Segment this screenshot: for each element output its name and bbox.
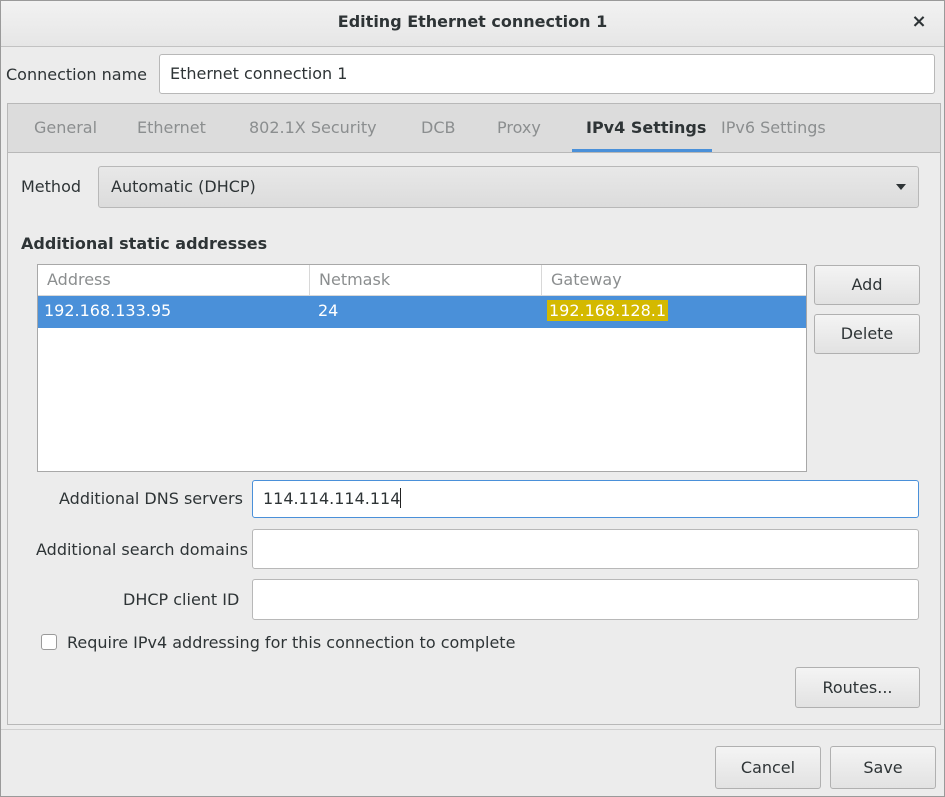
save-button[interactable]: Save xyxy=(830,746,936,789)
add-address-button[interactable]: Add xyxy=(814,265,920,305)
footer-divider xyxy=(1,729,944,730)
dhcp-client-id-input[interactable] xyxy=(252,579,919,620)
cell-address[interactable]: 192.168.133.95 xyxy=(44,301,171,320)
column-header-netmask[interactable]: Netmask xyxy=(310,265,542,295)
close-icon[interactable]: × xyxy=(908,11,930,33)
title-bar: Editing Ethernet connection 1 × xyxy=(1,1,944,47)
addresses-table[interactable]: Address Netmask Gateway 192.168.133.95 2… xyxy=(37,264,807,472)
dns-label: Additional DNS servers xyxy=(59,489,243,508)
method-dropdown[interactable]: Automatic (DHCP) xyxy=(98,166,919,208)
tab-ethernet[interactable]: Ethernet xyxy=(137,118,206,137)
method-value: Automatic (DHCP) xyxy=(111,177,256,196)
chevron-down-icon xyxy=(896,184,906,190)
column-header-address[interactable]: Address xyxy=(38,265,310,295)
dns-value: 114.114.114.114 xyxy=(263,489,401,508)
window-title: Editing Ethernet connection 1 xyxy=(337,12,608,31)
connection-name-label: Connection name xyxy=(6,65,147,84)
dns-servers-input[interactable]: 114.114.114.114 xyxy=(252,480,919,518)
tab-ipv6-settings[interactable]: IPv6 Settings xyxy=(721,118,826,137)
tab-proxy[interactable]: Proxy xyxy=(497,118,541,137)
require-ipv4-checkbox[interactable] xyxy=(41,634,57,650)
tab-dcb[interactable]: DCB xyxy=(421,118,455,137)
static-addresses-title: Additional static addresses xyxy=(21,234,268,253)
connection-name-input[interactable]: Ethernet connection 1 xyxy=(159,54,935,94)
delete-address-button[interactable]: Delete xyxy=(814,314,920,354)
text-caret xyxy=(400,488,402,508)
tab-bar: General Ethernet 802.1X Security DCB Pro… xyxy=(8,104,940,153)
routes-button[interactable]: Routes... xyxy=(795,667,920,708)
search-domains-label: Additional search domains xyxy=(36,540,248,559)
cell-netmask[interactable]: 24 xyxy=(318,301,338,320)
table-row[interactable]: 192.168.133.95 24 192.168.128.1 xyxy=(38,296,806,328)
cancel-button[interactable]: Cancel xyxy=(715,746,821,789)
require-ipv4-label[interactable]: Require IPv4 addressing for this connect… xyxy=(67,633,515,652)
search-domains-input[interactable] xyxy=(252,529,919,569)
tab-8021x-security[interactable]: 802.1X Security xyxy=(249,118,377,137)
gateway-highlight: 192.168.128.1 xyxy=(547,300,669,321)
tab-general[interactable]: General xyxy=(34,118,97,137)
column-header-gateway[interactable]: Gateway xyxy=(542,265,806,295)
active-tab-indicator xyxy=(572,149,712,152)
dialog-window: Editing Ethernet connection 1 × Connecti… xyxy=(0,0,945,797)
tab-ipv4-settings[interactable]: IPv4 Settings xyxy=(586,118,706,137)
method-label: Method xyxy=(21,177,82,196)
dhcp-client-id-label: DHCP client ID xyxy=(123,590,240,609)
cell-gateway[interactable]: 192.168.128.1 xyxy=(547,300,669,321)
